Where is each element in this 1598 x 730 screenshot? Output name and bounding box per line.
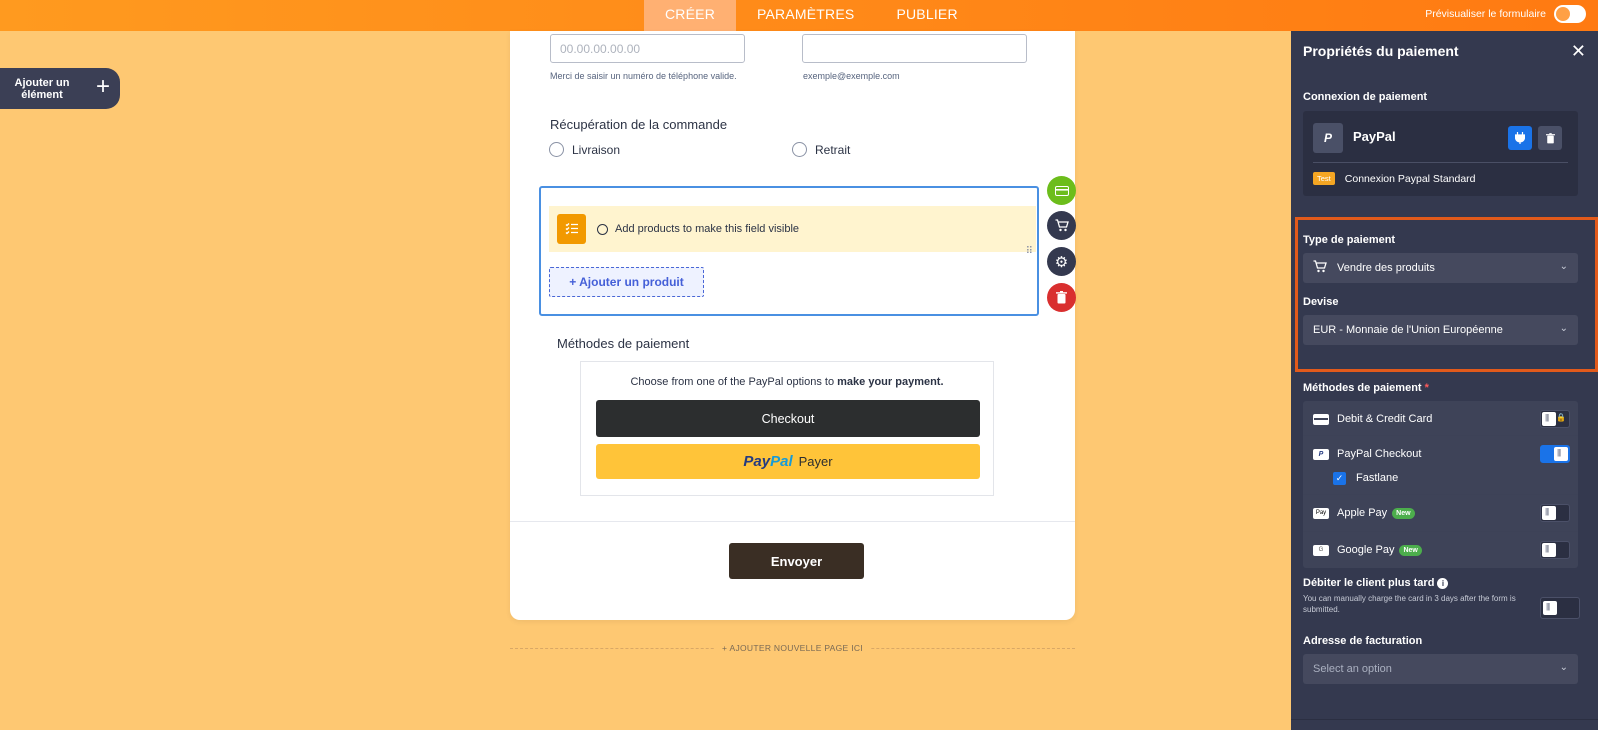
test-badge: Test [1313,172,1335,185]
add-element-button[interactable]: Ajouter un élément + [0,68,120,109]
close-icon[interactable]: ✕ [1571,41,1586,62]
tab-settings[interactable]: PARAMÈTRES [736,0,875,31]
top-bar: CRÉER PARAMÈTRES PUBLIER Prévisualiser l… [0,0,1598,31]
methods-title: Méthodes de paiement * [1303,382,1429,394]
form-canvas: 00.00.00.00.00 Merci de saisir un numéro… [510,31,1076,620]
fastlane-checkbox[interactable]: ✓ [1333,471,1346,485]
radio-circle[interactable] [792,142,807,157]
payment-settings-highlight [1295,217,1598,372]
new-badge: New [1392,507,1415,519]
method-apple-pay: Pay Apple Pay New [1303,501,1578,525]
method-paypal-checkout: P PayPal Checkout [1303,442,1578,466]
trash-icon[interactable] [1538,126,1562,150]
tab-publish[interactable]: PUBLIER [875,0,978,31]
email-hint: exemple@exemple.com [803,71,900,81]
method-google-pay: G Google Pay New [1303,538,1578,562]
method-debit-card: Debit & Credit Card 🔒 [1303,407,1578,431]
charge-later-title: Débiter le client plus tard i [1303,577,1449,589]
row-separator [1303,531,1578,532]
billing-select[interactable]: Select an option ⌄ [1303,654,1578,684]
product-notice: Add products to make this field visible [549,206,1036,252]
charge-later-toggle[interactable] [1540,597,1580,619]
plus-icon: + [95,73,110,100]
payment-methods-label: Méthodes de paiement [557,336,690,351]
method-label: Debit & Credit Card [1337,413,1433,425]
phone-input[interactable]: 00.00.00.00.00 [550,34,745,63]
connection-title: Connexion de paiement [1303,91,1428,103]
billing-label: Adresse de facturation [1303,635,1423,647]
radio-circle-icon [597,223,608,235]
google-pay-icon: G [1313,544,1329,556]
radio-circle[interactable] [549,142,564,157]
connection-card: P PayPal Test Connexion Paypal Standard [1303,111,1578,196]
paypal-checkout-toggle[interactable] [1540,445,1570,463]
drag-handle-icon[interactable]: ⠿ [1026,246,1033,257]
provider-name: PayPal [1353,129,1396,144]
submit-button[interactable]: Envoyer [729,543,864,579]
billing-placeholder: Select an option [1313,663,1392,675]
product-notice-text: Add products to make this field visible [615,223,800,235]
row-separator [1303,435,1578,436]
apple-pay-toggle[interactable] [1540,504,1570,522]
paypal-logo: PayPal [743,453,793,470]
card-divider [1313,162,1568,163]
method-label: Google Pay [1337,544,1395,556]
plug-icon[interactable] [1508,126,1532,150]
add-page-label[interactable]: + AJOUTER NOUVELLE PAGE ICI [714,643,871,653]
chevron-down-icon: ⌄ [1559,662,1568,673]
apple-pay-icon: Pay [1313,507,1329,519]
method-label: Apple Pay [1337,507,1388,519]
credit-card-icon [1313,413,1329,425]
methods-card: Debit & Credit Card 🔒 P PayPal Checkout … [1303,401,1578,568]
paypal-icon: P [1313,123,1343,153]
preview-control: Prévisualiser le formulaire [1425,5,1586,23]
form-divider [510,521,1075,522]
new-badge: New [1399,544,1422,556]
google-pay-toggle[interactable] [1540,541,1570,559]
checklist-icon [557,214,586,244]
add-product-button[interactable]: + Ajouter un produit [549,267,704,297]
payment-card-icon[interactable] [1047,176,1076,205]
connection-mode: Test Connexion Paypal Standard [1313,172,1476,185]
tab-create[interactable]: CRÉER [644,0,737,31]
row-separator [1303,494,1578,495]
radio-delivery[interactable]: Livraison [549,142,620,157]
radio-pickup-label: Retrait [815,142,851,157]
paypal-icon: P [1313,448,1329,460]
preview-toggle[interactable] [1554,5,1586,23]
trash-icon[interactable] [1047,283,1076,312]
paypal-pay-button[interactable]: PayPal Payer [596,444,980,479]
debit-card-toggle[interactable]: 🔒 [1540,410,1570,428]
email-input[interactable] [802,34,1027,63]
gear-icon[interactable]: ⚙ [1047,247,1076,276]
fastlane-option: ✓ Fastlane [1303,468,1578,488]
preview-label: Prévisualiser le formulaire [1425,8,1546,20]
fastlane-label: Fastlane [1356,472,1399,484]
builder-tabs: CRÉER PARAMÈTRES PUBLIER [644,0,979,31]
info-icon[interactable]: i [1437,578,1449,589]
payment-properties-panel: Propriétés du paiement ✕ Connexion de pa… [1291,31,1598,730]
panel-bottom-divider [1291,719,1598,720]
phone-hint: Merci de saisir un numéro de téléphone v… [550,71,737,81]
order-pickup-label: Récupération de la commande [550,117,728,132]
connection-mode-label: Connexion Paypal Standard [1344,172,1476,185]
cart-icon[interactable] [1047,211,1076,240]
panel-title: Propriétés du paiement [1303,43,1459,59]
checkout-button[interactable]: Checkout [596,400,980,437]
radio-delivery-label: Livraison [572,142,621,157]
radio-pickup[interactable]: Retrait [792,142,850,157]
product-list-field[interactable]: Add products to make this field visible … [539,186,1039,316]
add-element-label: Ajouter un élément [14,76,70,101]
method-label: PayPal Checkout [1337,448,1422,460]
paypal-pay-label: Payer [798,454,833,469]
paypal-instructions: Choose from one of the PayPal options to… [630,376,944,388]
paypal-payment-box: Choose from one of the PayPal options to… [580,361,994,496]
charge-later-desc: You can manually charge the card in 3 da… [1303,594,1516,614]
add-new-page[interactable]: + AJOUTER NOUVELLE PAGE ICI [510,643,1075,654]
